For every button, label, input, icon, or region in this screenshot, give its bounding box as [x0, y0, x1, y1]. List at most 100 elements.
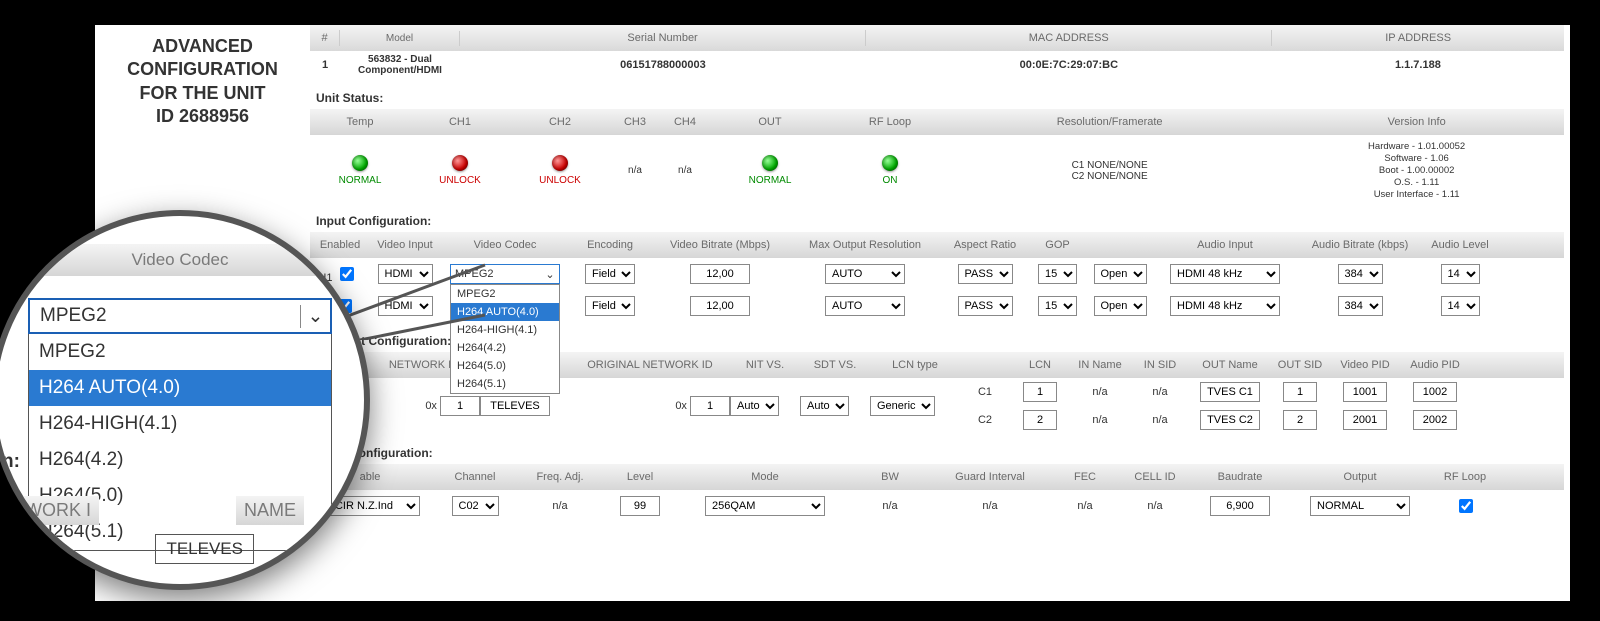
t-hdr-onid: ORIGINAL NETWORK ID — [570, 359, 730, 371]
i1-audio-bitrate[interactable]: 384 — [1338, 264, 1383, 284]
ch1-value: UNLOCK — [410, 175, 510, 186]
temp-value: NORMAL — [310, 175, 410, 186]
c1-vpid[interactable] — [1343, 382, 1387, 402]
c2-outn[interactable] — [1200, 410, 1260, 430]
hdr-res: Resolution/Framerate — [950, 116, 1269, 128]
i2-max-output[interactable]: AUTO — [825, 296, 905, 316]
i2-encoding[interactable]: Field — [585, 296, 635, 316]
led-green-icon — [882, 155, 898, 171]
o-hdr-md: Mode — [680, 471, 850, 483]
ver-l2: Software - 1.06 — [1269, 153, 1564, 165]
onid-prefix: 0x — [675, 400, 687, 412]
c1-ins: n/a — [1130, 386, 1190, 398]
t-onid-input[interactable] — [690, 396, 730, 416]
i1-gop-type[interactable]: Open — [1094, 264, 1147, 284]
hdr-aspect-ratio: Aspect Ratio — [940, 239, 1030, 251]
i2-gop[interactable]: 15 — [1038, 296, 1077, 316]
t-hdr-vpid: Video PID — [1330, 359, 1400, 371]
mag-frag-bottom: TELEVES — [0, 534, 364, 564]
t-nit-select[interactable]: Auto — [730, 396, 779, 416]
hdr-gop: GOP — [1030, 239, 1085, 251]
mag-codec-option-selected[interactable]: H264 AUTO(4.0) — [29, 370, 331, 406]
output-header: able Channel Freq. Adj. Level Mode BW Gu… — [310, 464, 1564, 490]
c1-lcn[interactable] — [1023, 382, 1057, 402]
t-nid-input[interactable] — [440, 396, 480, 416]
t-hdr-outs: OUT SID — [1270, 359, 1330, 371]
o-hdr-out: Output — [1290, 471, 1430, 483]
t-nname-input[interactable] — [480, 396, 550, 416]
hdr-enabled: Enabled — [310, 239, 370, 251]
c1-outs[interactable] — [1283, 382, 1317, 402]
i2-aspect-ratio[interactable]: PASS — [958, 296, 1013, 316]
c2-apid[interactable] — [1413, 410, 1457, 430]
col-ip: IP ADDRESS — [1272, 30, 1564, 46]
codec-option[interactable]: H264(5.0) — [451, 357, 559, 375]
out-value: NORMAL — [710, 175, 830, 186]
i1-audio-input[interactable]: HDMI 48 kHz — [1170, 264, 1280, 284]
i2-audio-level[interactable]: 14 — [1441, 296, 1480, 316]
i2-video-bitrate[interactable] — [690, 296, 750, 316]
mag-codec-select[interactable]: MPEG2 ⌄ — [28, 298, 332, 334]
hdr-ch1: CH1 — [410, 116, 510, 128]
device-data-row: 1 563832 - Dual Component/HDMI 061517880… — [310, 51, 1564, 79]
i1-aspect-ratio[interactable]: PASS — [958, 264, 1013, 284]
i1-video-bitrate[interactable] — [690, 264, 750, 284]
codec-option[interactable]: H264(5.1) — [451, 375, 559, 393]
i2-audio-input[interactable]: HDMI 48 kHz — [1170, 296, 1280, 316]
t-hdr-ins: IN SID — [1130, 359, 1190, 371]
status-ch1: UNLOCK — [410, 155, 510, 186]
hdr-video-bitrate: Video Bitrate (Mbps) — [650, 239, 790, 251]
o-br-input[interactable] — [1210, 496, 1270, 516]
hdr-audio-input: Audio Input — [1155, 239, 1295, 251]
t-lcnt-select[interactable]: Generic — [870, 396, 935, 416]
i2-audio-bitrate[interactable]: 384 — [1338, 296, 1383, 316]
i1-gop[interactable]: 15 — [1038, 264, 1077, 284]
o-out-select[interactable]: NORMAL — [1310, 496, 1410, 516]
t-sdt-select[interactable]: Auto — [800, 396, 849, 416]
output-row: CCIR N.Z.Ind C02 n/a 256QAM n/a n/a n/a … — [310, 490, 1564, 522]
output-cfg-title: Configuration: — [350, 446, 1564, 460]
i1-encoding[interactable]: Field — [585, 264, 635, 284]
led-red-icon — [552, 155, 568, 171]
res-l2: C2 NONE/NONE — [950, 171, 1269, 182]
mag-frag-net: TWORK I — [6, 496, 99, 525]
c2-vpid[interactable] — [1343, 410, 1387, 430]
hdr-ver: Version Info — [1269, 116, 1564, 128]
o-rf-checkbox[interactable] — [1459, 499, 1473, 513]
device-num: 1 — [310, 57, 340, 73]
mag-codec-option[interactable]: H264(4.2) — [29, 442, 331, 478]
mag-codec-option[interactable]: MPEG2 — [29, 334, 331, 370]
c1-outn[interactable] — [1200, 382, 1260, 402]
input-cfg-header: Enabled Video Input Video Codec Encoding… — [310, 232, 1564, 258]
input-row-1: I1 HDMI MPEG2 ⌄ MPEG2 H264 AUTO(4.0) H26… — [310, 258, 1564, 290]
device-serial: 06151788000003 — [460, 57, 866, 73]
col-num: # — [310, 30, 340, 46]
hdr-video-codec: Video Codec — [440, 239, 570, 251]
codec-option[interactable]: H264(4.2) — [451, 339, 559, 357]
o-hdr-bw: BW — [850, 471, 930, 483]
hdr-ch3: CH3 — [610, 116, 660, 128]
mag-frag-n: n: — [2, 451, 20, 473]
c2-outs[interactable] — [1283, 410, 1317, 430]
title-l4: ID 2688956 — [101, 105, 304, 128]
status-ch4: n/a — [660, 165, 710, 176]
o-ch-select[interactable]: C02 — [452, 496, 499, 516]
o-cid-val: n/a — [1120, 500, 1190, 512]
col-serial: Serial Number — [460, 30, 866, 46]
o-hdr-fa: Freq. Adj. — [520, 471, 600, 483]
res-l1: C1 NONE/NONE — [950, 160, 1269, 171]
led-red-icon — [452, 155, 468, 171]
o-md-select[interactable]: 256QAM — [705, 496, 825, 516]
o-lv-input[interactable] — [620, 496, 660, 516]
mag-codec-option[interactable]: H264-HIGH(4.1) — [29, 406, 331, 442]
device-mac: 00:0E:7C:29:07:BC — [866, 57, 1272, 73]
i1-max-output[interactable]: AUTO — [825, 264, 905, 284]
c1-apid[interactable] — [1413, 382, 1457, 402]
i1-audio-level[interactable]: 14 — [1441, 264, 1480, 284]
status-ver: Hardware - 1.01.00052 Software - 1.06 Bo… — [1269, 141, 1564, 200]
device-ip: 1.1.7.188 — [1272, 57, 1564, 73]
i2-gop-type[interactable]: Open — [1094, 296, 1147, 316]
ver-l3: Boot - 1.00.00002 — [1269, 165, 1564, 177]
c2-lcn[interactable] — [1023, 410, 1057, 430]
status-res: C1 NONE/NONE C2 NONE/NONE — [950, 160, 1269, 182]
